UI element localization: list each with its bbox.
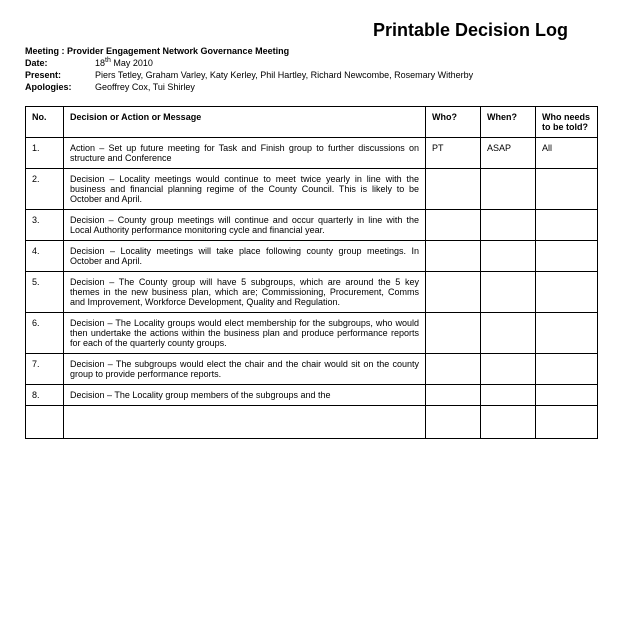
table-row: 2. Decision – Locality meetings would co… — [26, 168, 598, 209]
cell-no: 1. — [26, 137, 64, 168]
cell-told — [536, 209, 598, 240]
header-when: When? — [481, 106, 536, 137]
cell-no: 2. — [26, 168, 64, 209]
cell-who — [426, 384, 481, 405]
cell-who: PT — [426, 137, 481, 168]
cell-no: 7. — [26, 353, 64, 384]
cell-told — [536, 168, 598, 209]
cell-desc — [64, 405, 426, 438]
table-row: 5. Decision – The County group will have… — [26, 271, 598, 312]
present-line: Present: Piers Tetley, Graham Varley, Ka… — [25, 69, 598, 81]
meeting-value: Provider Engagement Network Governance M… — [67, 46, 289, 56]
table-row: 6. Decision – The Locality groups would … — [26, 312, 598, 353]
meeting-line: Meeting : Provider Engagement Network Go… — [25, 45, 598, 57]
cell-told — [536, 312, 598, 353]
table-row: 4. Decision – Locality meetings will tak… — [26, 240, 598, 271]
decision-table: No. Decision or Action or Message Who? W… — [25, 106, 598, 439]
header-who: Who? — [426, 106, 481, 137]
cell-told: All — [536, 137, 598, 168]
cell-no: 8. — [26, 384, 64, 405]
cell-who — [426, 209, 481, 240]
cell-desc: Decision – The Locality group members of… — [64, 384, 426, 405]
cell-told — [536, 405, 598, 438]
cell-told — [536, 271, 598, 312]
table-row: 7. Decision – The subgroups would elect … — [26, 353, 598, 384]
cell-no: 5. — [26, 271, 64, 312]
table-header-row: No. Decision or Action or Message Who? W… — [26, 106, 598, 137]
table-row: 8. Decision – The Locality group members… — [26, 384, 598, 405]
cell-who — [426, 312, 481, 353]
present-label: Present: — [25, 69, 95, 81]
cell-desc: Decision – Locality meetings would conti… — [64, 168, 426, 209]
header-no: No. — [26, 106, 64, 137]
cell-told — [536, 353, 598, 384]
page-title: Printable Decision Log — [25, 20, 598, 41]
apologies-line: Apologies: Geoffrey Cox, Tui Shirley — [25, 81, 598, 93]
cell-when — [481, 384, 536, 405]
cell-who — [426, 405, 481, 438]
cell-who — [426, 353, 481, 384]
table-row — [26, 405, 598, 438]
cell-desc: Decision – The subgroups would elect the… — [64, 353, 426, 384]
present-value: Piers Tetley, Graham Varley, Katy Kerley… — [95, 69, 598, 81]
date-value: 18th May 2010 — [95, 57, 598, 69]
cell-desc: Decision – Locality meetings will take p… — [64, 240, 426, 271]
apologies-label: Apologies: — [25, 81, 95, 93]
cell-when — [481, 312, 536, 353]
cell-desc: Action – Set up future meeting for Task … — [64, 137, 426, 168]
cell-when — [481, 168, 536, 209]
date-rest: May 2010 — [111, 58, 153, 68]
cell-when — [481, 240, 536, 271]
cell-when: ASAP — [481, 137, 536, 168]
meta-block: Meeting : Provider Engagement Network Go… — [25, 45, 598, 94]
cell-who — [426, 240, 481, 271]
apologies-value: Geoffrey Cox, Tui Shirley — [95, 81, 598, 93]
table-row: 3. Decision – County group meetings will… — [26, 209, 598, 240]
cell-when — [481, 353, 536, 384]
cell-when — [481, 209, 536, 240]
header-told: Who needs to be told? — [536, 106, 598, 137]
cell-desc: Decision – The County group will have 5 … — [64, 271, 426, 312]
meeting-label: Meeting : — [25, 46, 65, 56]
date-line: Date: 18th May 2010 — [25, 57, 598, 69]
cell-no — [26, 405, 64, 438]
cell-no: 3. — [26, 209, 64, 240]
cell-desc: Decision – The Locality groups would ele… — [64, 312, 426, 353]
cell-told — [536, 240, 598, 271]
cell-told — [536, 384, 598, 405]
date-day: 18 — [95, 58, 105, 68]
cell-who — [426, 271, 481, 312]
cell-no: 6. — [26, 312, 64, 353]
table-row: 1. Action – Set up future meeting for Ta… — [26, 137, 598, 168]
cell-when — [481, 271, 536, 312]
cell-desc: Decision – County group meetings will co… — [64, 209, 426, 240]
cell-when — [481, 405, 536, 438]
cell-no: 4. — [26, 240, 64, 271]
cell-who — [426, 168, 481, 209]
date-label: Date: — [25, 57, 95, 69]
header-desc: Decision or Action or Message — [64, 106, 426, 137]
